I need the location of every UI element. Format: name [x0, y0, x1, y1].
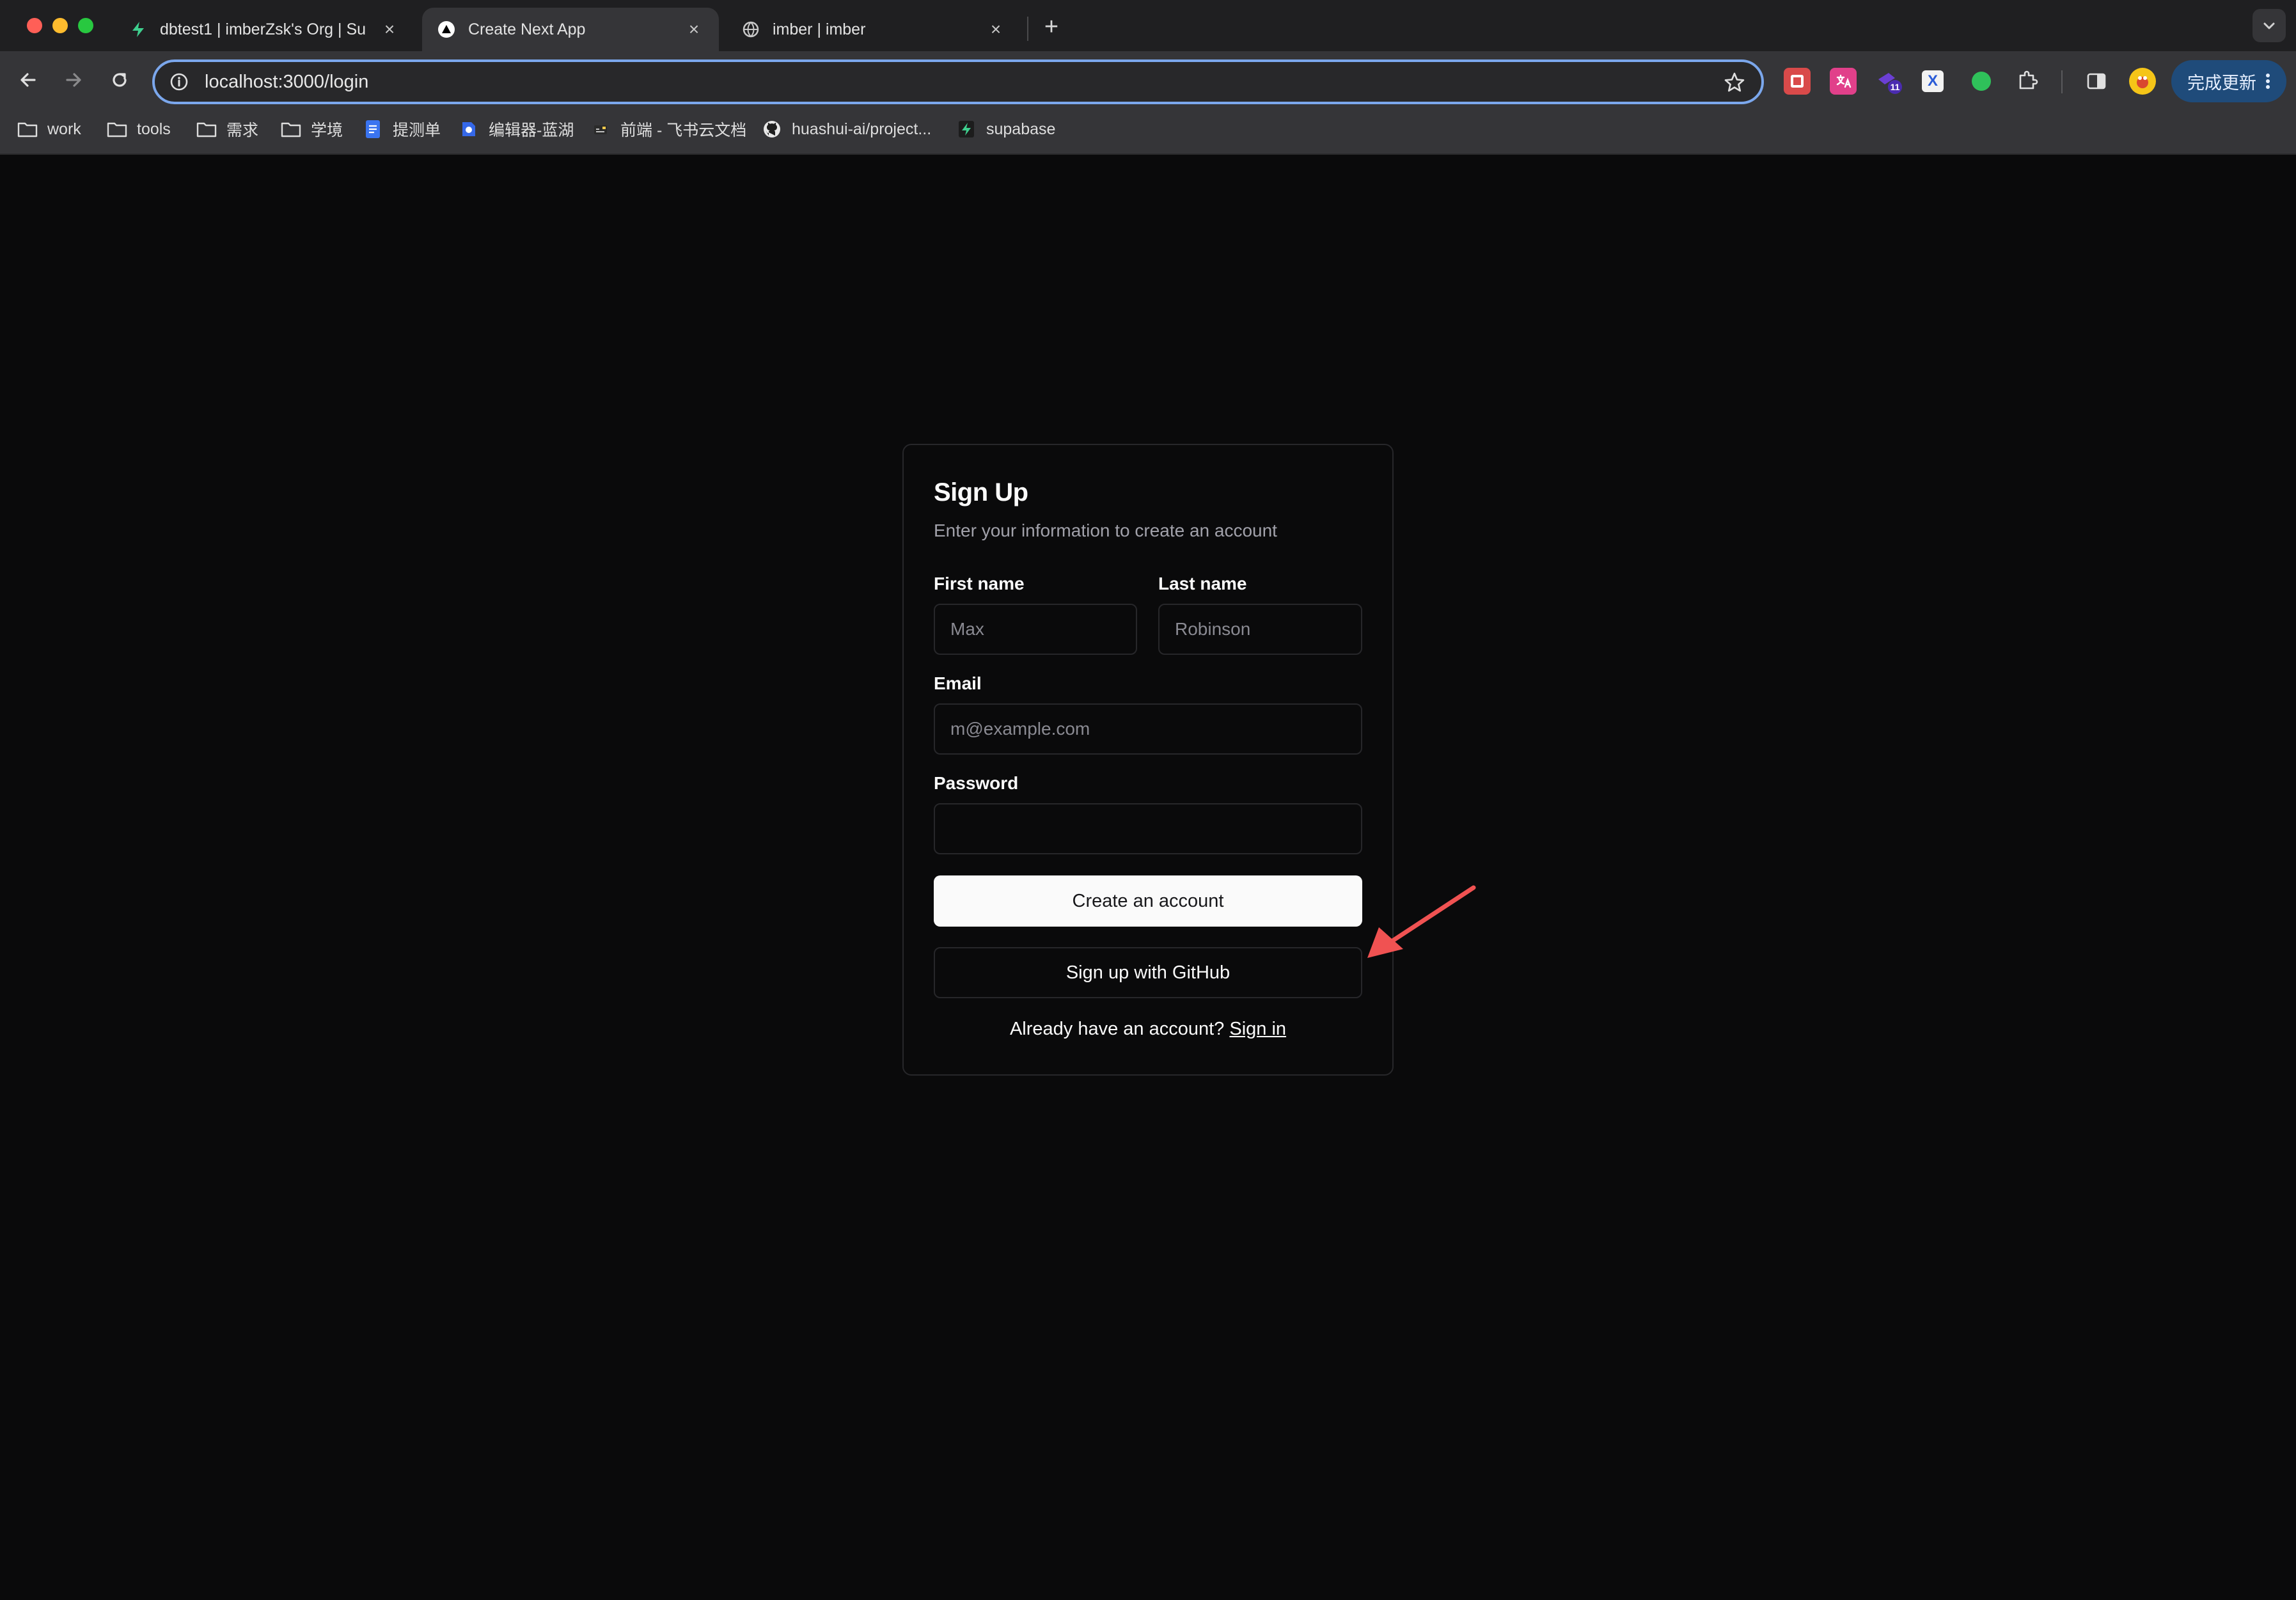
- toolbar-divider: [2061, 70, 2063, 93]
- lanhu-icon: [458, 120, 480, 139]
- extension-translate-icon[interactable]: [1830, 68, 1857, 95]
- last-name-input[interactable]: [1158, 604, 1362, 655]
- window-close-button[interactable]: [27, 18, 42, 33]
- bookmark-label: 提测单: [393, 122, 441, 139]
- chevron-down-icon: [2263, 22, 2275, 29]
- password-label: Password: [934, 773, 1019, 793]
- feishu-icon: [590, 120, 611, 139]
- bookmark-tice[interactable]: 提测单: [362, 115, 441, 143]
- globe-icon: [742, 20, 760, 38]
- bookmark-xuqiu[interactable]: 需求: [196, 115, 258, 143]
- folder-icon: [196, 120, 217, 139]
- reload-button[interactable]: [104, 64, 136, 96]
- extension-badge-count: 11: [1891, 82, 1900, 92]
- tab-close-icon[interactable]: ×: [684, 19, 704, 40]
- bookmark-xuejing[interactable]: 学境: [280, 115, 343, 143]
- back-button[interactable]: [12, 64, 44, 96]
- bookmark-label: 需求: [226, 122, 259, 139]
- bookmark-feishu[interactable]: 前端 - 飞书云文档: [590, 115, 746, 143]
- tab-divider: [1027, 17, 1028, 41]
- bookmark-label: tools: [137, 120, 171, 138]
- extension-x-icon[interactable]: X: [1922, 70, 1944, 92]
- bookmark-label: 学境: [311, 122, 343, 139]
- profile-avatar[interactable]: [2129, 68, 2156, 95]
- avatar-icon: [2137, 76, 2148, 88]
- first-name-label: First name: [934, 574, 1025, 593]
- bookmark-lanhu[interactable]: 编辑器-蓝湖: [458, 115, 574, 143]
- reload-icon: [113, 73, 127, 87]
- update-button-label: 完成更新: [2187, 73, 2256, 93]
- annotation-arrow: [1367, 885, 1476, 958]
- bookmark-star-icon[interactable]: [1722, 70, 1747, 95]
- doc-icon: [362, 120, 384, 139]
- github-icon: [761, 120, 783, 139]
- browser-window: dbtest1 | imberZsk's Org | Su × Create N…: [0, 0, 2296, 1600]
- tab-search-button[interactable]: [2253, 9, 2286, 42]
- email-label: Email: [934, 673, 982, 693]
- extension-x-label: X: [1927, 72, 1938, 90]
- address-bar[interactable]: [152, 59, 1764, 104]
- last-name-label: Last name: [1158, 574, 1247, 593]
- bookmark-label: work: [47, 120, 81, 138]
- folder-icon: [106, 120, 128, 139]
- page-title: Sign Up: [934, 478, 1028, 506]
- forward-button[interactable]: [58, 64, 90, 96]
- already-have-account-text: Already have an account?: [1009, 1019, 1230, 1039]
- tab-create-next-app[interactable]: Create Next App ×: [422, 8, 719, 51]
- github-signup-button[interactable]: Sign up with GitHub: [934, 947, 1362, 998]
- bookmark-label: 编辑器-蓝湖: [489, 122, 574, 139]
- side-panel-icon[interactable]: [2083, 68, 2110, 95]
- signin-prompt: Already have an account? Sign in: [934, 1019, 1362, 1040]
- bookmark-tools[interactable]: tools: [106, 115, 171, 143]
- password-input[interactable]: [934, 803, 1362, 854]
- tab-strip: dbtest1 | imberZsk's Org | Su × Create N…: [0, 0, 2296, 51]
- folder-icon: [280, 120, 302, 139]
- window-maximize-button[interactable]: [78, 18, 93, 33]
- first-name-input[interactable]: [934, 604, 1137, 655]
- bookmark-label: 前端 - 飞书云文档: [620, 122, 747, 139]
- create-account-button[interactable]: Create an account: [934, 875, 1362, 927]
- tab-title: imber | imber: [773, 20, 866, 38]
- extension-purple-icon[interactable]: 11: [1876, 68, 1903, 95]
- arrow-right-icon: [66, 73, 81, 87]
- new-tab-button[interactable]: +: [1037, 13, 1065, 41]
- bookmark-github-project[interactable]: huashui-ai/project...: [761, 115, 931, 143]
- bookmark-label: supabase: [986, 120, 1056, 138]
- extension-green-dot-icon[interactable]: [1968, 68, 1995, 95]
- more-vertical-icon: [2266, 74, 2270, 89]
- update-chrome-button[interactable]: 完成更新: [2171, 60, 2286, 102]
- url-input[interactable]: [205, 71, 1676, 93]
- nextjs-triangle-icon: [437, 20, 455, 38]
- supabase-bolt-icon: [955, 120, 977, 139]
- bookmark-label: huashui-ai/project...: [792, 120, 932, 138]
- tab-title: dbtest1 | imberZsk's Org | Su: [160, 20, 366, 38]
- site-info-icon[interactable]: [166, 69, 192, 95]
- bookmark-work[interactable]: work: [17, 115, 81, 143]
- folder-icon: [17, 120, 38, 139]
- bookmark-supabase[interactable]: supabase: [955, 115, 1055, 143]
- extension-red-icon[interactable]: [1784, 68, 1811, 95]
- tab-close-icon[interactable]: ×: [986, 19, 1005, 40]
- tab-title: Create Next App: [468, 20, 586, 38]
- tab-dbtest1[interactable]: dbtest1 | imberZsk's Org | Su ×: [114, 8, 414, 51]
- tab-imber[interactable]: imber | imber ×: [727, 8, 1021, 51]
- extensions-puzzle-icon[interactable]: [2014, 68, 2041, 95]
- window-minimize-button[interactable]: [52, 18, 68, 33]
- sign-in-link[interactable]: Sign in: [1229, 1019, 1286, 1039]
- supabase-bolt-icon: [129, 20, 147, 38]
- card-subtitle: Enter your information to create an acco…: [934, 521, 1277, 540]
- arrow-left-icon: [20, 73, 36, 87]
- bookmarks-bar: [0, 109, 2296, 155]
- email-input[interactable]: [934, 703, 1362, 755]
- tab-close-icon[interactable]: ×: [380, 19, 399, 40]
